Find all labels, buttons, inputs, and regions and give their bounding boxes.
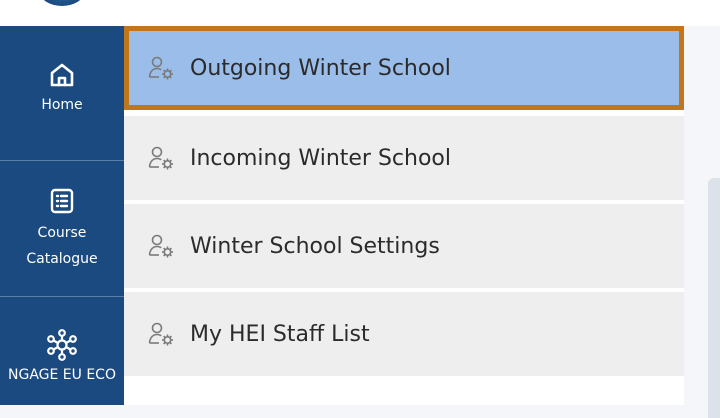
menu-item-label: My HEI Staff List	[190, 321, 370, 347]
user-gear-icon	[146, 319, 176, 349]
sidebar-item-label: Course Catalogue	[26, 225, 98, 267]
user-gear-icon	[146, 231, 176, 261]
catalogue-icon	[45, 184, 79, 218]
user-gear-icon	[146, 143, 176, 173]
sidebar-item-label: NGAGE EU ECO	[8, 367, 116, 383]
top-bar	[0, 0, 720, 26]
menu-item-label: Winter School Settings	[190, 233, 440, 259]
menu-item-winter-school-settings[interactable]: Winter School Settings	[124, 204, 684, 288]
sidebar-item-label: Home	[41, 97, 83, 113]
menu-item-my-hei-staff-list[interactable]: My HEI Staff List	[124, 292, 684, 376]
menu-item-incoming-winter-school[interactable]: Incoming Winter School	[124, 116, 684, 200]
sidebar-divider	[0, 160, 124, 161]
menu-item-label: Outgoing Winter School	[190, 55, 451, 81]
network-icon	[45, 328, 79, 362]
sidebar-item-engage-eu-eco[interactable]: NGAGE EU ECO	[0, 328, 124, 388]
user-gear-icon	[146, 53, 176, 83]
home-icon	[45, 58, 79, 92]
sidebar-item-course-catalogue[interactable]: Course Catalogue	[0, 184, 124, 272]
menu-item-label: Incoming Winter School	[190, 145, 451, 171]
sidebar-divider	[0, 296, 124, 297]
sidebar: Home Course Catalogue NGAGE EU ECO	[0, 26, 124, 405]
menu-item-outgoing-winter-school[interactable]: Outgoing Winter School	[124, 26, 684, 110]
logo[interactable]	[40, 0, 84, 6]
dropdown-menu: Outgoing Winter School Incoming Winter S…	[124, 26, 684, 405]
sidebar-item-home[interactable]: Home	[0, 58, 124, 118]
background-panel	[708, 178, 720, 418]
